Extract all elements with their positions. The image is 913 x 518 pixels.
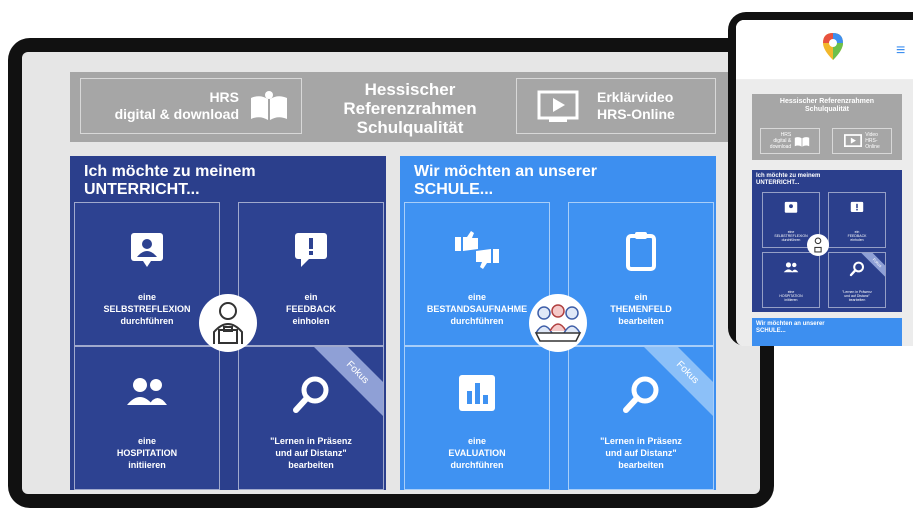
magnifier-icon — [293, 376, 329, 413]
hrs-download-link[interactable]: HRS digital & download — [80, 78, 302, 134]
mobile-topbar: ≡ — [736, 20, 913, 80]
schule-title-1: Wir möchten an unserer — [414, 163, 598, 180]
title-line-2: Referenzrahmen — [343, 99, 477, 118]
video-play-icon — [844, 134, 863, 147]
teacher-briefcase-icon — [814, 237, 822, 253]
tile-line: und auf Distanz" — [605, 448, 677, 458]
tile-line: und auf Distanz" — [275, 448, 347, 458]
video-play-icon — [537, 90, 579, 122]
hamburger-menu-icon[interactable]: ≡ — [896, 42, 905, 60]
tile-line: ein — [304, 292, 318, 302]
mobile-panel-title-2: UNTERRICHT... — [756, 180, 800, 186]
tile-line: bearbeiten — [618, 460, 664, 470]
page-title: Hessischer Referenzrahmen Schulqualität — [325, 80, 495, 137]
tile-lernen-praesenz-distanz[interactable]: Fokus "Lernen in Präsenz und auf Distanz… — [238, 346, 384, 490]
tile-lernen-praesenz-distanz-schule[interactable]: Fokus "Lernen in Präsenz und auf Distanz… — [568, 346, 714, 490]
mobile-tile-feedback[interactable]: ein FEEDBACK einholen — [828, 192, 886, 248]
people-icon — [127, 378, 167, 405]
title-line-3: Schulqualität — [356, 118, 464, 137]
mobile-teacher-badge — [807, 234, 829, 256]
team-meeting-badge — [529, 294, 587, 352]
unterricht-title-2: UNTERRICHT... — [84, 181, 200, 198]
mobile-tile-line: initiieren — [784, 298, 798, 302]
mobile-screen: ≡ Hessischer Referenzrahmen Schulqualitä… — [736, 20, 913, 346]
explainer-video-link[interactable]: Erklärvideo HRS-Online — [516, 78, 716, 134]
mobile-hrs-download-link[interactable]: HRS digital & download — [760, 128, 820, 154]
title-line-1: Hessischer — [364, 80, 456, 99]
mobile-tile-line: durchführen — [781, 238, 801, 242]
mobile-title-2: Schulqualität — [805, 106, 849, 113]
teacher-avatar-badge — [199, 294, 257, 352]
mobile-tile-lernen-praesenz-distanz[interactable]: Fokus "Lernen in Präsenz und auf Distanz… — [828, 252, 886, 308]
mobile-tile-line: bearbeiten — [848, 298, 866, 302]
team-meeting-icon — [534, 304, 582, 342]
people-icon — [783, 262, 799, 273]
tile-line: BESTANDSAUFNAHME — [426, 304, 528, 314]
unterricht-title-1: Ich möchte zu meinem — [84, 163, 256, 180]
schule-panel: Wir möchten an unserer SCHULE... eine BE… — [400, 156, 716, 490]
mobile-box-line: Online — [865, 144, 880, 150]
tile-themenfeld[interactable]: ein THEMENFELD bearbeiten — [568, 202, 714, 346]
header-banner: HRS digital & download Hessischer Refere… — [70, 72, 734, 142]
video-label-2: HRS-Online — [597, 106, 675, 122]
bar-chart-icon — [459, 375, 495, 411]
tile-line: eine — [137, 436, 156, 446]
tile-feedback[interactable]: ein FEEDBACK einholen — [238, 202, 384, 346]
mobile-tile-line: einholen — [850, 238, 864, 242]
tile-line: ein — [634, 292, 648, 302]
mobile-banner: Hessischer Referenzrahmen Schulqualität … — [752, 94, 902, 160]
magnifier-icon — [849, 261, 864, 277]
mobile-panel2-title-1: Wir möchten an unserer — [756, 321, 825, 327]
clipboard-icon — [626, 232, 656, 271]
teacher-briefcase-icon — [213, 302, 243, 344]
thumbs-icon — [455, 231, 499, 269]
mobile-panel2-title-2: SCHULE... — [756, 328, 786, 334]
mobile-unterricht-panel: Ich möchte zu meinem UNTERRICHT... eine … — [752, 170, 902, 312]
tile-line: FEEDBACK — [285, 304, 336, 314]
tile-line: "Lernen in Präsenz — [600, 436, 682, 446]
video-label-1: Erklärvideo — [597, 89, 674, 105]
tile-evaluation[interactable]: eine EVALUATION durchführen — [404, 346, 550, 490]
unterricht-panel: Ich möchte zu meinem UNTERRICHT... eine … — [70, 156, 386, 490]
tile-line: einholen — [292, 316, 330, 326]
tile-line: eine — [137, 292, 156, 302]
person-card-icon — [784, 201, 798, 213]
tile-line: durchführen — [450, 316, 504, 326]
magnifier-icon — [623, 376, 659, 413]
logo-pin-icon[interactable] — [822, 32, 844, 62]
hrs-download-label-1: HRS — [209, 89, 239, 105]
mobile-tile-hospitation[interactable]: eine HOSPITATION initiieren — [762, 252, 820, 308]
mobile-video-link[interactable]: Video HRS- Online — [832, 128, 892, 154]
open-book-icon — [795, 137, 810, 147]
tile-line: EVALUATION — [448, 448, 506, 458]
exclamation-speech-icon — [850, 201, 864, 212]
mobile-device-frame: ≡ Hessischer Referenzrahmen Schulqualitä… — [728, 12, 913, 346]
desktop-screen: HRS digital & download Hessischer Refere… — [22, 52, 760, 494]
schule-panel-title: Wir möchten an unserer SCHULE... — [414, 163, 597, 199]
unterricht-panel-title: Ich möchte zu meinem UNTERRICHT... — [84, 163, 256, 199]
tile-line: bearbeiten — [288, 460, 334, 470]
desktop-device-frame: HRS digital & download Hessischer Refere… — [8, 38, 774, 508]
tile-hospitation[interactable]: eine HOSPITATION initiieren — [74, 346, 220, 490]
tile-line: eine — [467, 292, 486, 302]
mobile-panel-title-1: Ich möchte zu meinem — [756, 173, 821, 179]
hrs-download-label-2: digital & download — [114, 106, 239, 122]
tile-line: durchführen — [120, 316, 174, 326]
mobile-schule-panel: Wir möchten an unserer SCHULE... — [752, 318, 902, 346]
schule-title-2: SCHULE... — [414, 181, 494, 198]
mobile-title-1: Hessischer Referenzrahmen — [779, 98, 875, 105]
mobile-body: Hessischer Referenzrahmen Schulqualität … — [736, 80, 913, 346]
open-book-icon — [251, 91, 287, 120]
tile-line: initiieren — [128, 460, 166, 470]
tile-line: eine — [467, 436, 486, 446]
tile-line: THEMENFELD — [610, 304, 672, 314]
tile-line: "Lernen in Präsenz — [270, 436, 352, 446]
tile-line: SELBSTREFLEXION — [103, 304, 191, 314]
tile-line: HOSPITATION — [116, 448, 178, 458]
exclamation-speech-icon — [295, 233, 327, 267]
mobile-box-line: download — [769, 144, 792, 150]
tile-line: durchführen — [450, 460, 504, 470]
person-card-icon — [131, 233, 163, 267]
tile-line: bearbeiten — [618, 316, 664, 326]
